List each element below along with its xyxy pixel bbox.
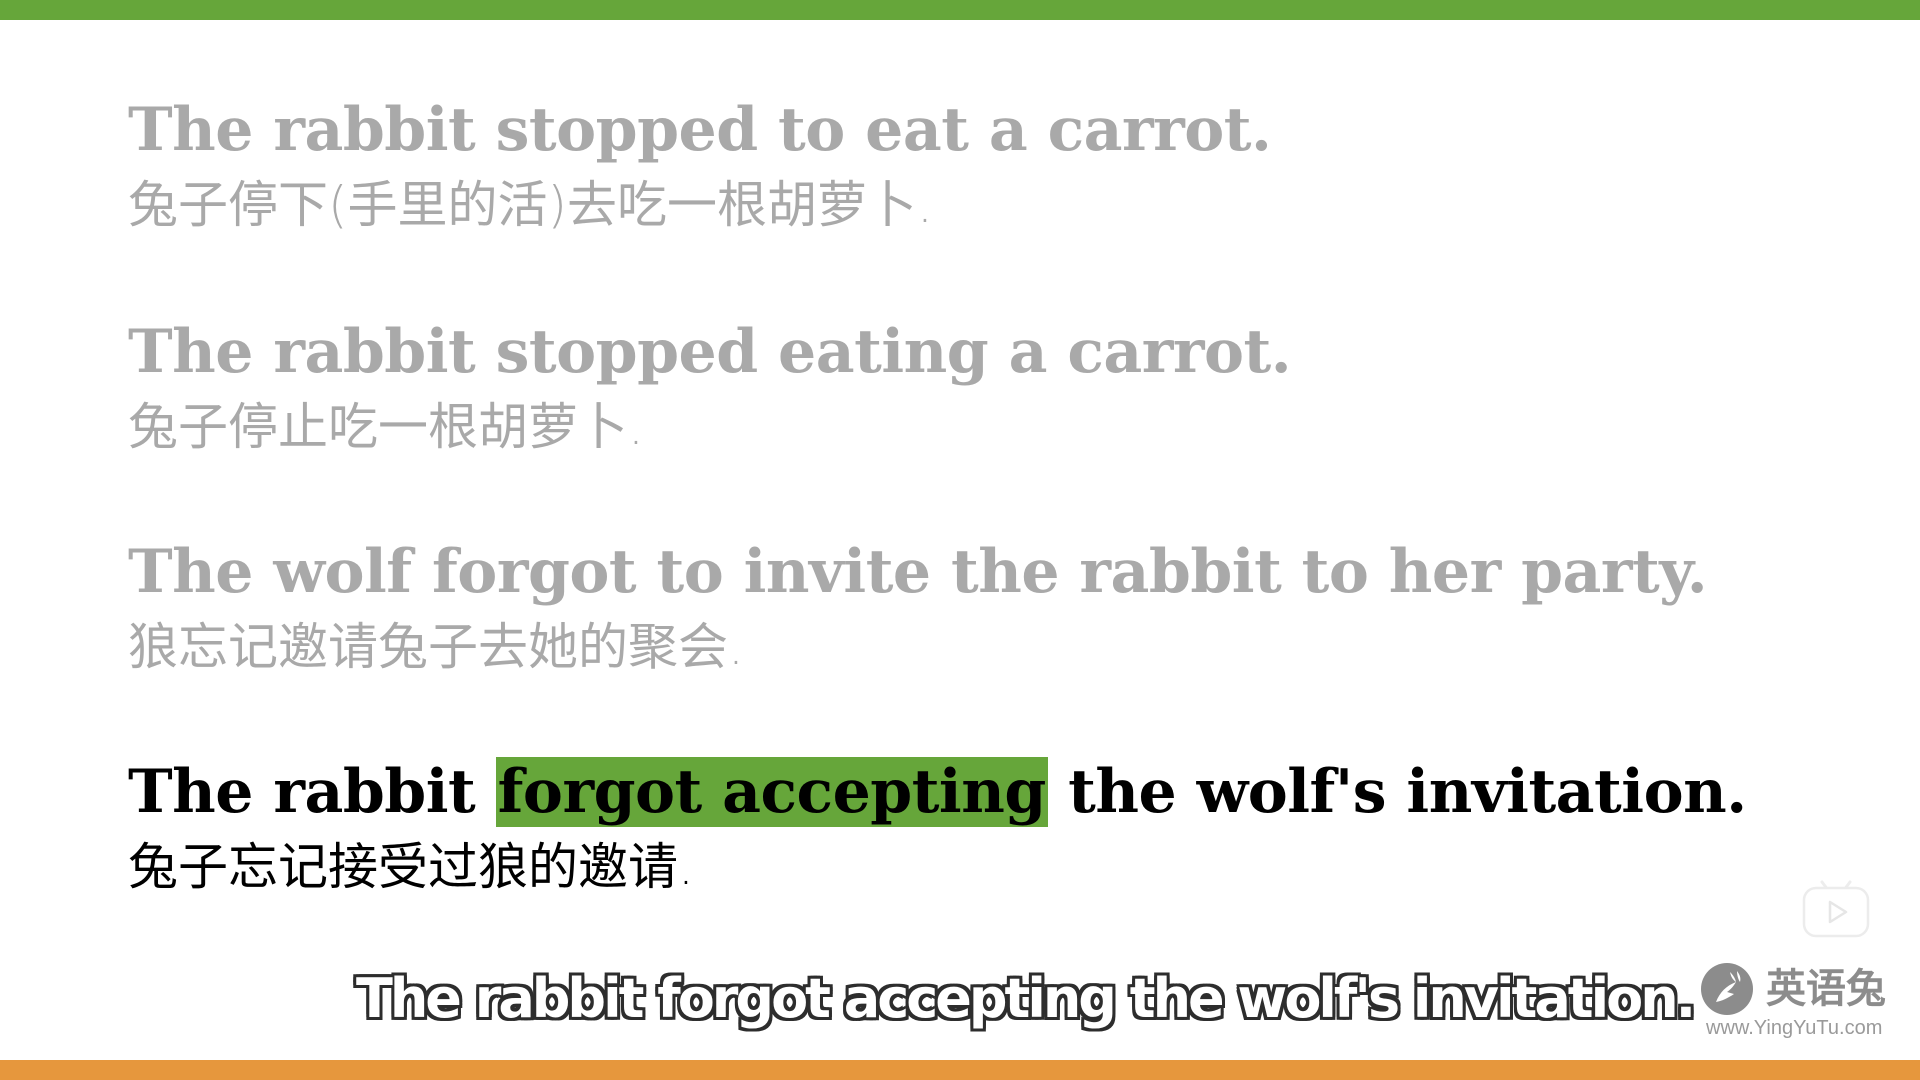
sentence-1: The rabbit stopped to eat a carrot. 兔子停下… <box>128 92 1628 238</box>
sentence-3: The wolf forgot to invite the rabbit to … <box>128 534 1708 680</box>
sentence-3-english: The wolf forgot to invite the rabbit to … <box>128 537 1708 607</box>
sentence-2: The rabbit stopped eating a carrot. 兔子停止… <box>128 314 1628 460</box>
highlighted-phrase: forgot accepting <box>495 757 1048 827</box>
sentence-4-english: The rabbit forgot accepting the wolf's i… <box>128 754 1747 830</box>
sentence-4-chinese: 兔子忘记接受过狼的邀请. <box>128 838 694 896</box>
watermark-url: www.YingYuTu.com <box>1706 1017 1883 1039</box>
sentence-4-english-after: the wolf's invitation. <box>1047 757 1747 827</box>
sentence-1-chinese: 兔子停下(手里的活)去吃一根胡萝卜. <box>128 176 933 234</box>
sentence-3-chinese: 狼忘记邀请兔子去她的聚会. <box>128 618 744 676</box>
rabbit-logo-icon <box>1701 963 1753 1015</box>
sentence-2-chinese: 兔子停止吃一根胡萝卜. <box>128 398 644 456</box>
sentence-1-english: The rabbit stopped to eat a carrot. <box>128 95 1272 165</box>
play-icon <box>1802 880 1870 938</box>
sentence-2-english: The rabbit stopped eating a carrot. <box>128 317 1292 387</box>
video-subtitle: The rabbit forgot accepting the wolf's i… <box>356 967 1696 1030</box>
top-accent-bar <box>0 0 1920 20</box>
bottom-accent-bar <box>0 1060 1920 1080</box>
sentence-4-english-before: The rabbit <box>128 757 496 827</box>
watermark: 英语兔 www.YingYuTu.com <box>1700 962 1900 1042</box>
sentence-4: The rabbit forgot accepting the wolf's i… <box>128 754 1747 900</box>
play-button[interactable] <box>1802 878 1870 938</box>
watermark-brand-name: 英语兔 <box>1766 965 1886 1012</box>
